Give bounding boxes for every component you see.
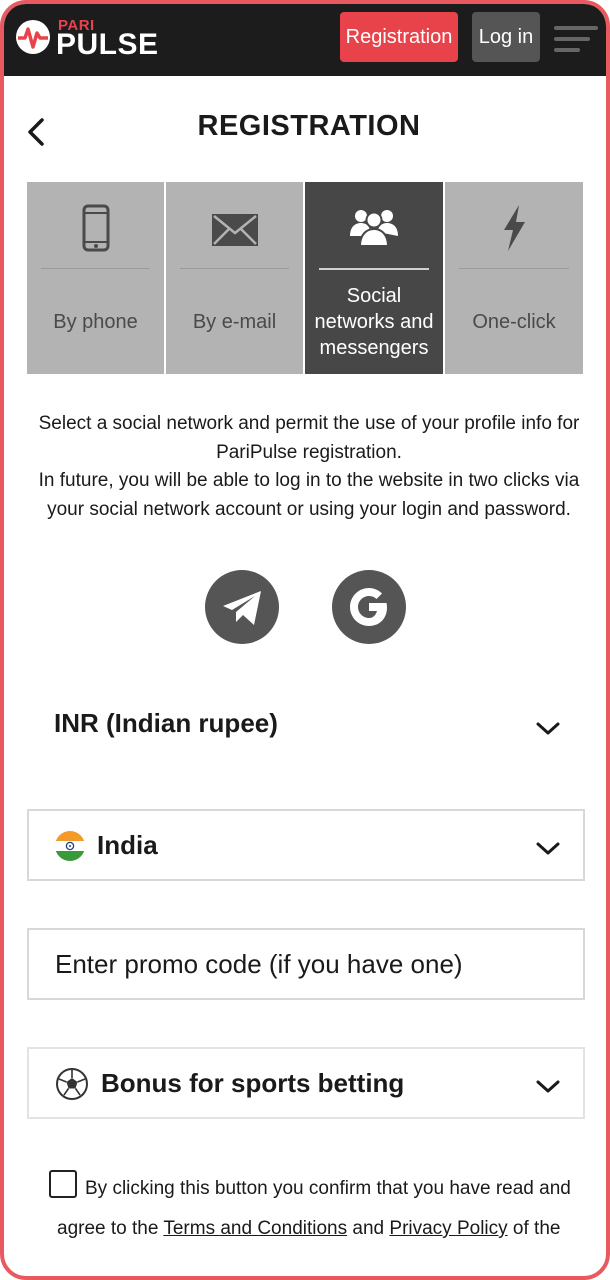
tab-social-networks[interactable]: Social networks and messengers xyxy=(305,182,443,374)
google-button[interactable] xyxy=(332,570,406,644)
tab-label: By phone xyxy=(53,311,138,333)
country-value: India xyxy=(97,830,158,860)
paripulse-logo[interactable]: PARI PULSE xyxy=(14,16,184,64)
tab-label: Social networks and messengers xyxy=(314,285,434,359)
chevron-down-icon xyxy=(536,1080,560,1093)
soccer-ball-icon xyxy=(56,1068,88,1100)
tab-by-phone[interactable]: By phone xyxy=(27,182,164,374)
registration-button[interactable]: Registration xyxy=(340,12,458,62)
terms-text-line2: agree to the Terms and Conditions and Pr… xyxy=(57,1218,561,1239)
tab-by-email[interactable]: By e-mail xyxy=(166,182,303,374)
terms-and-conditions-link[interactable]: Terms and Conditions xyxy=(163,1218,347,1239)
envelope-icon xyxy=(211,214,258,246)
hamburger-menu-icon[interactable] xyxy=(554,22,598,58)
telegram-button[interactable] xyxy=(205,570,279,644)
country-select[interactable]: India xyxy=(27,809,585,881)
india-flag-icon xyxy=(55,831,85,861)
users-icon xyxy=(350,210,398,247)
privacy-policy-link[interactable]: Privacy Policy xyxy=(389,1218,507,1239)
phone-icon xyxy=(82,204,109,252)
tab-label: One-click xyxy=(472,311,556,333)
telegram-icon xyxy=(223,591,261,625)
phone-frame: PARI PULSE Registration Log in REGISTRAT… xyxy=(0,0,610,1280)
bonus-value: Bonus for sports betting xyxy=(101,1068,405,1098)
logo-mark-icon xyxy=(16,20,50,54)
promo-code-input[interactable]: Enter promo code (if you have one) xyxy=(27,928,585,1000)
tab-one-click[interactable]: One-click xyxy=(445,182,583,374)
terms-text-line1: By clicking this button you confirm that… xyxy=(85,1178,571,1199)
google-icon xyxy=(350,588,387,626)
login-button[interactable]: Log in xyxy=(472,12,540,62)
chevron-down-icon xyxy=(536,842,560,855)
top-header: PARI PULSE Registration Log in xyxy=(4,4,606,76)
currency-select-value[interactable]: INR (Indian rupee) xyxy=(54,708,278,739)
lightning-icon xyxy=(504,205,525,251)
tab-label: By e-mail xyxy=(192,311,277,333)
chevron-down-icon[interactable] xyxy=(535,721,561,737)
promo-code-placeholder: Enter promo code (if you have one) xyxy=(55,949,463,979)
social-info-text: Select a social network and permit the u… xyxy=(38,413,580,520)
logo-text-pulse: PULSE xyxy=(56,28,159,61)
page-title: REGISTRATION xyxy=(197,110,421,142)
bonus-select[interactable]: Bonus for sports betting xyxy=(27,1047,585,1119)
terms-checkbox[interactable] xyxy=(49,1170,77,1198)
